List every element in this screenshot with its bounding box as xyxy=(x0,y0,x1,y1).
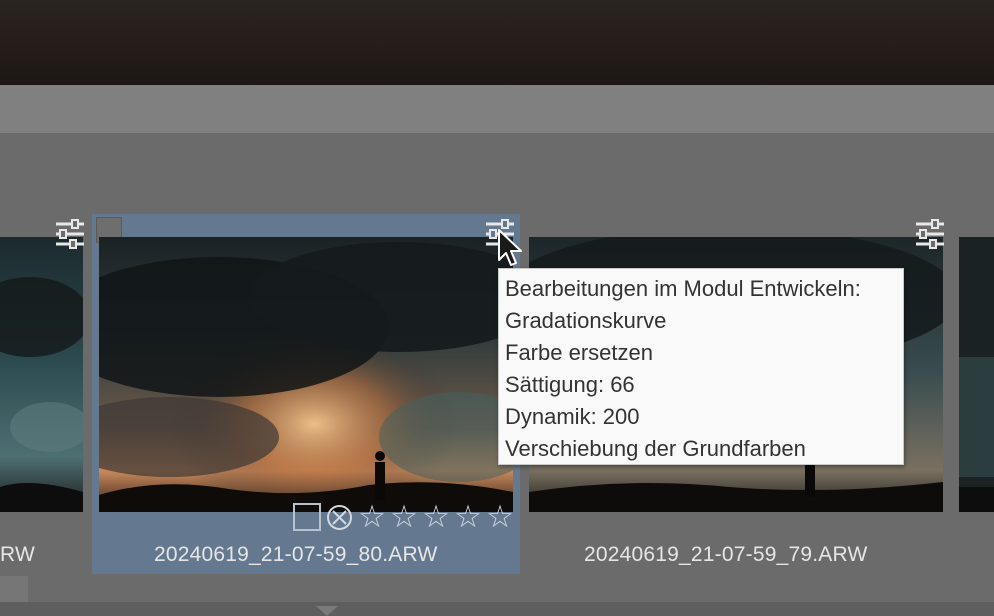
filmstrip-tab xyxy=(0,576,28,602)
tooltip-line: Sättigung: 66 xyxy=(505,372,635,397)
star-outline-icon[interactable]: ☆ xyxy=(452,500,484,534)
main-image-preview xyxy=(0,0,994,85)
toolbar-strip xyxy=(0,85,994,133)
thumbnail-image-selected[interactable] xyxy=(99,237,513,512)
tooltip-line: Verschiebung der Grundfarben xyxy=(505,436,806,461)
thumbnail-image-far-right-partial[interactable] xyxy=(959,237,994,512)
thumbnail-filename-right: 20240619_21-07-59_79.ARW xyxy=(584,543,868,566)
star-outline-icon[interactable]: ☆ xyxy=(388,500,420,534)
thumbnail-image-left-partial[interactable] xyxy=(0,237,83,512)
pick-flag-icon[interactable] xyxy=(293,503,321,531)
tooltip-line: Gradationskurve xyxy=(505,308,667,333)
tooltip-line: Farbe ersetzen xyxy=(505,340,653,365)
star-outline-icon[interactable]: ☆ xyxy=(484,500,516,534)
sliders-icon[interactable] xyxy=(914,219,946,249)
sliders-icon[interactable] xyxy=(54,219,86,249)
tooltip-line: Dynamik: 200 xyxy=(505,404,640,429)
edits-tooltip: Bearbeitungen im Modul Entwickeln: Grada… xyxy=(498,268,904,465)
filmstrip-bottom-bar xyxy=(0,576,994,616)
star-outline-icon[interactable]: ☆ xyxy=(356,500,388,534)
tooltip-title: Bearbeitungen im Modul Entwickeln: xyxy=(505,276,861,301)
collapse-arrow-icon[interactable] xyxy=(316,606,338,616)
star-rating[interactable]: ☆ ☆ ☆ ☆ ☆ xyxy=(356,500,516,534)
mouse-pointer-icon xyxy=(498,229,522,266)
thumbnail-filename-selected: 20240619_21-07-59_80.ARW xyxy=(154,543,438,566)
thumbnail-filename-left-partial: RW xyxy=(0,543,36,566)
reject-icon[interactable] xyxy=(326,504,353,531)
star-outline-icon[interactable]: ☆ xyxy=(420,500,452,534)
